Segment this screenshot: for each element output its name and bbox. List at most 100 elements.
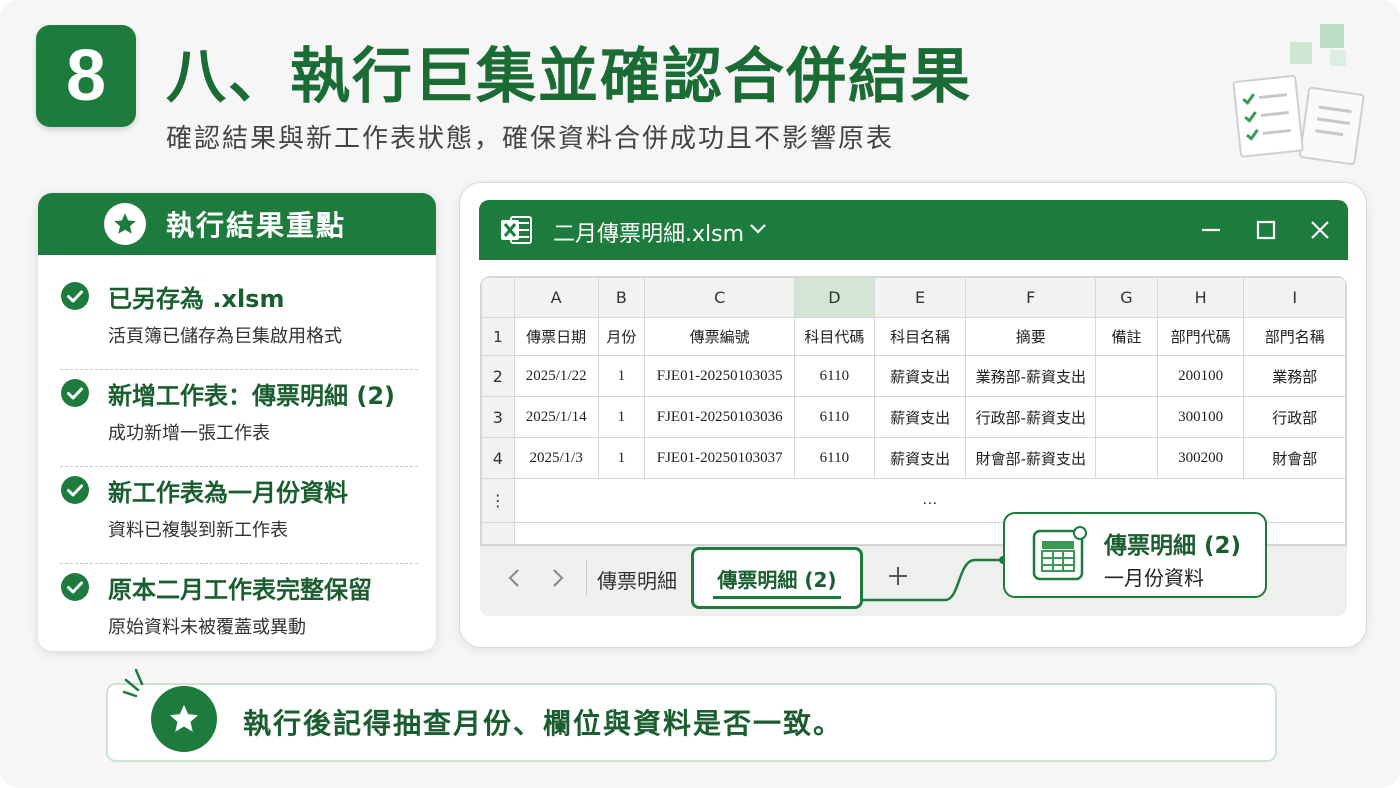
cell[interactable]: 300200: [1156, 437, 1245, 479]
cell[interactable]: 1: [597, 396, 646, 438]
table-header-row: 1 傳票日期 月份 傳票編號 科目代碼 科目名稱 摘要 備註 部門代碼 部門名稱: [481, 317, 1346, 356]
step-number-badge: 8: [36, 25, 136, 127]
sheet-tab[interactable]: 傳票明細: [597, 565, 677, 594]
column-header[interactable]: F: [965, 277, 1097, 318]
column-header[interactable]: C: [644, 277, 796, 318]
chevron-down-icon[interactable]: [749, 222, 767, 236]
maximize-icon[interactable]: [1254, 218, 1278, 242]
cell[interactable]: 薪資支出: [873, 355, 967, 397]
cell[interactable]: 業務部: [1243, 355, 1346, 397]
table-row: 2 2025/1/22 1 FJE01-20250103035 6110 薪資支…: [481, 355, 1346, 397]
cell[interactable]: [1095, 396, 1158, 438]
column-header-row: A B C D E F G H I: [481, 277, 1346, 318]
tab-divider: [586, 560, 587, 596]
header-cell[interactable]: 傳票編號: [644, 317, 796, 356]
key-point-desc: 原始資料未被覆蓋或異動: [108, 617, 306, 638]
cell[interactable]: 財會部: [1243, 437, 1346, 479]
page-subtitle: 確認結果與新工作表狀態，確保資料合併成功且不影響原表: [166, 124, 895, 154]
cell[interactable]: 2025/1/3: [513, 437, 599, 479]
key-points-title: 執行結果重點: [166, 209, 347, 242]
header-cell[interactable]: 月份: [597, 317, 646, 356]
cell[interactable]: FJE01-20250103037: [644, 437, 796, 479]
new-sheet-callout: 傳票明細 (2) 一月份資料: [1003, 512, 1267, 598]
column-header[interactable]: A: [513, 277, 599, 318]
cell[interactable]: 行政部: [1243, 396, 1346, 438]
tip-star-icon: [151, 686, 217, 752]
page-title: 八、執行巨集並確認合併結果: [166, 42, 972, 112]
checklist-documents-icon: [1232, 24, 1365, 166]
header-cell[interactable]: 摘要: [965, 317, 1097, 356]
check-circle-icon: [61, 282, 89, 310]
cell[interactable]: [1095, 437, 1158, 479]
check-circle-icon: [61, 379, 89, 407]
key-points-list: 已另存為 .xlsm 活頁簿已儲存為巨集啟用格式 新增工作表：傳票明細 (2) …: [38, 255, 436, 651]
cell[interactable]: 財會部-薪資支出: [965, 437, 1097, 479]
star-badge-icon: [104, 203, 146, 245]
column-header[interactable]: G: [1095, 277, 1158, 318]
row-header[interactable]: 4: [481, 437, 515, 479]
active-tab-underline: [713, 596, 841, 599]
key-point-title: 原本二月工作表完整保留: [108, 576, 372, 604]
cell[interactable]: 6110: [794, 437, 875, 479]
key-point-title: 已另存為 .xlsm: [108, 285, 285, 313]
cell[interactable]: 業務部-薪資支出: [965, 355, 1097, 397]
header-cell[interactable]: 科目名稱: [873, 317, 967, 356]
cell[interactable]: 薪資支出: [873, 437, 967, 479]
minimize-icon[interactable]: [1199, 218, 1223, 242]
tip-text: 執行後記得抽查月份、欄位與資料是否一致。: [243, 707, 844, 740]
cell[interactable]: FJE01-20250103036: [644, 396, 796, 438]
header-cell[interactable]: 備註: [1095, 317, 1158, 356]
close-icon[interactable]: [1308, 218, 1332, 242]
key-point-item: 新工作表為一月份資料 資料已複製到新工作表: [60, 467, 418, 564]
column-header[interactable]: I: [1243, 277, 1346, 318]
select-all-corner[interactable]: [481, 277, 515, 318]
key-point-title: 新工作表為一月份資料: [108, 479, 348, 507]
key-point-desc: 成功新增一張工作表: [108, 423, 270, 444]
row-header[interactable]: 1: [481, 317, 515, 356]
cell[interactable]: 6110: [794, 396, 875, 438]
window-titlebar: 二月傳票明細.xlsm: [479, 200, 1348, 260]
key-point-item: 原本二月工作表完整保留 原始資料未被覆蓋或異動: [60, 564, 418, 651]
column-header[interactable]: E: [873, 277, 967, 318]
cell[interactable]: 行政部-薪資支出: [965, 396, 1097, 438]
check-circle-icon: [61, 476, 89, 504]
callout-connector-line: [862, 556, 1005, 602]
column-header-selected[interactable]: D: [794, 277, 875, 318]
key-point-desc: 活頁簿已儲存為巨集啟用格式: [108, 326, 342, 347]
callout-subtitle: 一月份資料: [1104, 566, 1204, 590]
cell[interactable]: [1095, 355, 1158, 397]
cell[interactable]: FJE01-20250103035: [644, 355, 796, 397]
callout-title: 傳票明細 (2): [1104, 533, 1242, 559]
window-title: 二月傳票明細.xlsm: [553, 222, 745, 247]
cell[interactable]: 1: [597, 437, 646, 479]
sparkle-rays-icon: [122, 668, 144, 698]
spreadsheet-table: A B C D E F G H I 1 傳票日期 月份 傳票編號 科目代碼 科目…: [481, 277, 1346, 545]
cell[interactable]: 薪資支出: [873, 396, 967, 438]
row-header[interactable]: 2: [481, 355, 515, 397]
chevron-right-icon[interactable]: [551, 568, 565, 588]
cell[interactable]: 200100: [1156, 355, 1245, 397]
header-cell[interactable]: 部門代碼: [1156, 317, 1245, 356]
excel-app-icon: [501, 216, 532, 244]
table-row: 3 2025/1/14 1 FJE01-20250103036 6110 薪資支…: [481, 396, 1346, 438]
header-cell[interactable]: 傳票日期: [513, 317, 599, 356]
key-point-item: 新增工作表：傳票明細 (2) 成功新增一張工作表: [60, 370, 418, 467]
cell[interactable]: 2025/1/14: [513, 396, 599, 438]
sheet-tab-active[interactable]: 傳票明細 (2): [691, 547, 863, 609]
column-header[interactable]: B: [597, 277, 646, 318]
cell[interactable]: 6110: [794, 355, 875, 397]
key-points-card: 執行結果重點 已另存為 .xlsm 活頁簿已儲存為巨集啟用格式 新增工作表：傳票…: [38, 193, 436, 651]
column-header[interactable]: H: [1156, 277, 1245, 318]
cell[interactable]: 300100: [1156, 396, 1245, 438]
row-header[interactable]: 3: [481, 396, 515, 438]
header-cell[interactable]: 部門名稱: [1243, 317, 1346, 356]
chevron-left-icon[interactable]: [507, 568, 521, 588]
header-cell[interactable]: 科目代碼: [794, 317, 875, 356]
cell[interactable]: 1: [597, 355, 646, 397]
row-header: [481, 522, 515, 545]
table-row: 4 2025/1/3 1 FJE01-20250103037 6110 薪資支出…: [481, 437, 1346, 479]
key-point-title: 新增工作表：傳票明細 (2): [108, 382, 395, 410]
cell[interactable]: 2025/1/22: [513, 355, 599, 397]
key-points-header: 執行結果重點: [38, 193, 436, 255]
key-point-desc: 資料已複製到新工作表: [108, 520, 288, 541]
